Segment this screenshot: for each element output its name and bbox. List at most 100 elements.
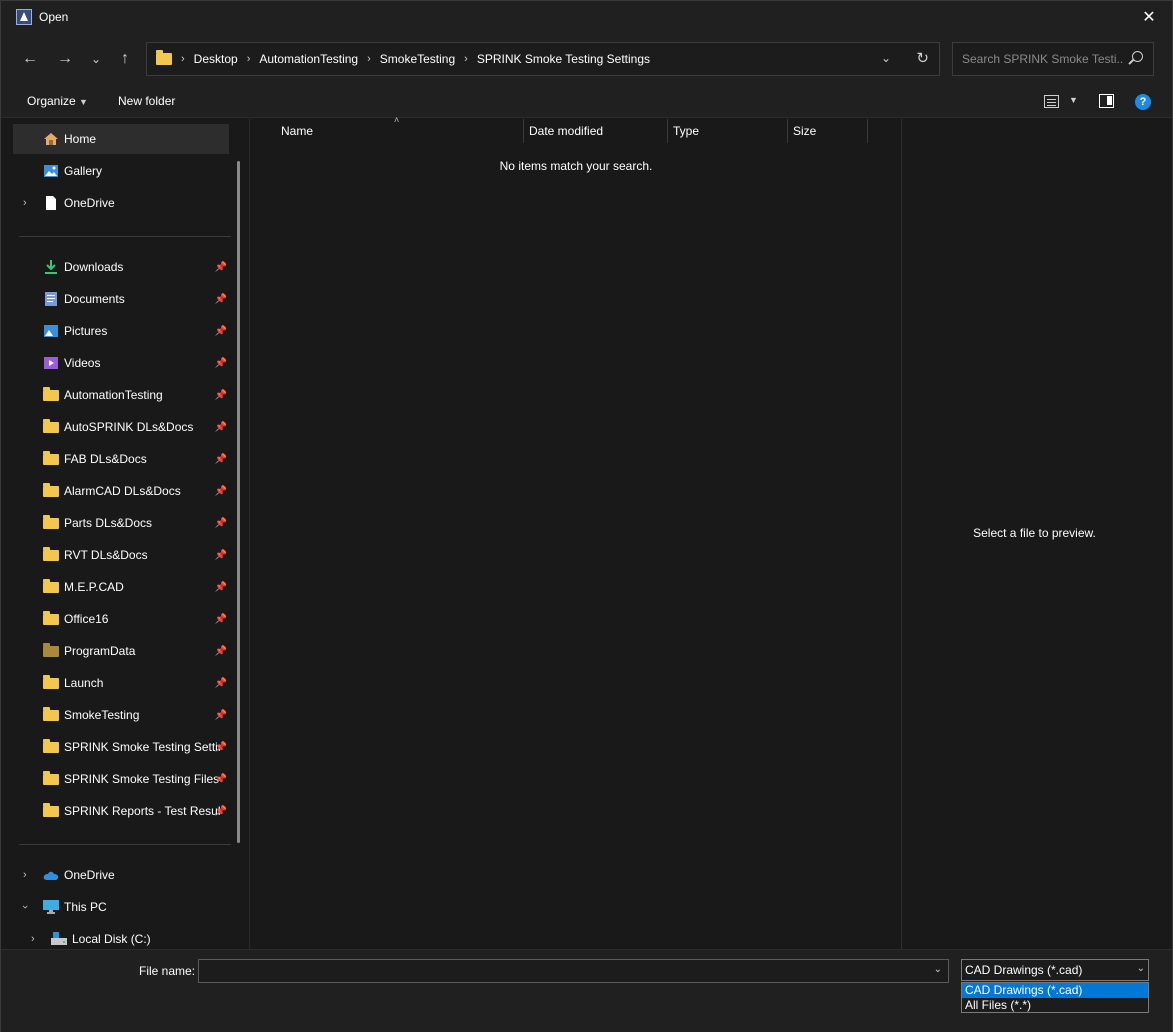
arrow-up-icon: ↑: [121, 50, 129, 67]
preview-pane-icon[interactable]: [1099, 94, 1114, 108]
folder-icon: [43, 419, 59, 433]
sidebar-item-mep-cad[interactable]: M.E.P.CAD 📌: [13, 572, 229, 602]
chevron-right-icon[interactable]: ›: [31, 933, 35, 945]
chevron-down-icon: ⌄: [90, 52, 102, 66]
close-button[interactable]: ✕: [1126, 1, 1172, 32]
command-bar: Organize ▼ New folder ▼ ?: [1, 86, 1172, 118]
address-bar[interactable]: › Desktop › AutomationTesting › SmokeTes…: [146, 42, 940, 76]
column-header-date-modified[interactable]: Date modified: [529, 124, 603, 138]
search-input[interactable]: [953, 52, 1123, 66]
address-history-chevron-icon[interactable]: ⌄: [881, 51, 891, 65]
file-name-bar: File name: ⌄ CAD Drawings (*.cad) ⌄ CAD …: [1, 949, 1172, 1032]
details-view-icon[interactable]: [1044, 95, 1059, 108]
chevron-right-icon[interactable]: ›: [23, 869, 27, 881]
breadcrumb-desktop[interactable]: Desktop: [194, 52, 238, 66]
column-divider[interactable]: [667, 119, 668, 143]
videos-icon: [43, 356, 59, 370]
file-name-combobox[interactable]: ⌄: [198, 959, 949, 983]
document-icon: [43, 196, 59, 210]
recent-locations-button[interactable]: ⌄: [83, 46, 109, 72]
folder-icon: [43, 387, 59, 401]
folder-icon: [43, 611, 59, 625]
sidebar-item-sprink-reports[interactable]: SPRINK Reports - Test Result: 📌: [13, 796, 229, 826]
pin-icon[interactable]: 📌: [215, 454, 227, 465]
file-type-option-all[interactable]: All Files (*.*): [962, 998, 1148, 1013]
column-divider[interactable]: [523, 119, 524, 143]
column-header-type[interactable]: Type: [673, 124, 699, 138]
sidebar-item-fab-dls-docs[interactable]: FAB DLs&Docs 📌: [13, 444, 229, 474]
title-bar: Open ✕: [1, 1, 1172, 32]
folder-icon: [43, 515, 59, 529]
forward-button[interactable]: →: [52, 46, 78, 72]
chevron-right-icon: ›: [181, 53, 185, 65]
sidebar-item-alarmcad-dls-docs[interactable]: AlarmCAD DLs&Docs 📌: [13, 476, 229, 506]
pin-icon[interactable]: 📌: [215, 390, 227, 401]
pin-icon[interactable]: 📌: [215, 646, 227, 657]
pin-icon[interactable]: 📌: [215, 806, 227, 817]
pin-icon[interactable]: 📌: [215, 710, 227, 721]
new-folder-button[interactable]: New folder: [118, 94, 175, 108]
breadcrumb-automationtesting[interactable]: AutomationTesting: [259, 52, 358, 66]
pin-icon[interactable]: 📌: [215, 518, 227, 529]
sidebar-item-sprink-smoke-testing-settings[interactable]: SPRINK Smoke Testing Settin 📌: [13, 732, 229, 762]
up-button[interactable]: ↑: [112, 46, 138, 72]
chevron-down-icon[interactable]: ⌄: [934, 964, 942, 975]
chevron-down-icon[interactable]: ⌄: [1137, 963, 1145, 974]
column-header-size[interactable]: Size: [793, 124, 816, 138]
pin-icon[interactable]: 📌: [215, 294, 227, 305]
sidebar-item-smoketesting[interactable]: SmokeTesting 📌: [13, 700, 229, 730]
sidebar-item-launch[interactable]: Launch 📌: [13, 668, 229, 698]
sidebar-item-gallery[interactable]: Gallery: [13, 156, 229, 186]
search-box[interactable]: [952, 42, 1154, 76]
pin-icon[interactable]: 📌: [215, 486, 227, 497]
sidebar-item-this-pc[interactable]: › This PC: [13, 892, 229, 922]
column-header-name[interactable]: Name: [281, 124, 313, 138]
preview-pane: Select a file to preview.: [901, 119, 1166, 949]
sidebar-item-parts-dls-docs[interactable]: Parts DLs&Docs 📌: [13, 508, 229, 538]
pin-icon[interactable]: 📌: [215, 358, 227, 369]
search-icon[interactable]: [1132, 51, 1143, 62]
pin-icon[interactable]: 📌: [215, 742, 227, 753]
pin-icon[interactable]: 📌: [215, 326, 227, 337]
sidebar-item-office16[interactable]: Office16 📌: [13, 604, 229, 634]
file-type-selected: CAD Drawings (*.cad): [965, 963, 1083, 977]
chevron-right-icon[interactable]: ›: [23, 197, 27, 209]
pin-icon[interactable]: 📌: [215, 262, 227, 273]
sidebar-item-onedrive-personal[interactable]: › OneDrive: [13, 188, 229, 218]
pin-icon[interactable]: 📌: [215, 678, 227, 689]
pin-icon[interactable]: 📌: [215, 774, 227, 785]
sidebar-item-documents[interactable]: Documents 📌: [13, 284, 229, 314]
sidebar-item-onedrive[interactable]: › OneDrive: [13, 860, 229, 890]
pin-icon[interactable]: 📌: [215, 422, 227, 433]
sidebar-item-automationtesting[interactable]: AutomationTesting 📌: [13, 380, 229, 410]
column-divider[interactable]: [787, 119, 788, 143]
breadcrumb-current-folder[interactable]: SPRINK Smoke Testing Settings: [477, 52, 650, 66]
sidebar-item-home[interactable]: Home: [13, 124, 229, 154]
chevron-down-icon[interactable]: ›: [19, 905, 31, 909]
open-file-dialog: Open ✕ ← → ⌄ ↑ › Desktop › AutomationTes…: [0, 0, 1173, 1032]
sidebar-item-downloads[interactable]: Downloads 📌: [13, 252, 229, 282]
pin-icon[interactable]: 📌: [215, 582, 227, 593]
sidebar-item-autosprink-dls-docs[interactable]: AutoSPRINK DLs&Docs 📌: [13, 412, 229, 442]
file-type-select[interactable]: CAD Drawings (*.cad) ⌄: [961, 959, 1149, 981]
pin-icon[interactable]: 📌: [215, 550, 227, 561]
organize-menu[interactable]: Organize ▼: [27, 94, 88, 108]
column-divider[interactable]: [867, 119, 868, 143]
folder-icon: [43, 579, 59, 593]
app-logo-icon: [16, 8, 32, 25]
back-button[interactable]: ←: [17, 46, 43, 72]
sidebar-item-pictures[interactable]: Pictures 📌: [13, 316, 229, 346]
sidebar-item-programdata[interactable]: ProgramData 📌: [13, 636, 229, 666]
sidebar-item-sprink-smoke-testing-files[interactable]: SPRINK Smoke Testing Files 📌: [13, 764, 229, 794]
sidebar-scrollbar[interactable]: [237, 161, 240, 843]
folder-icon: [43, 451, 59, 465]
file-type-option-cad[interactable]: CAD Drawings (*.cad): [962, 983, 1148, 998]
sidebar-item-rvt-dls-docs[interactable]: RVT DLs&Docs 📌: [13, 540, 229, 570]
pin-icon[interactable]: 📌: [215, 614, 227, 625]
view-options-caret-icon[interactable]: ▼: [1069, 95, 1078, 105]
help-icon[interactable]: ?: [1135, 94, 1151, 110]
breadcrumb-smoketesting[interactable]: SmokeTesting: [380, 52, 455, 66]
file-name-input[interactable]: [199, 960, 919, 982]
sidebar-item-videos[interactable]: Videos 📌: [13, 348, 229, 378]
refresh-icon[interactable]: ↻: [916, 49, 929, 67]
